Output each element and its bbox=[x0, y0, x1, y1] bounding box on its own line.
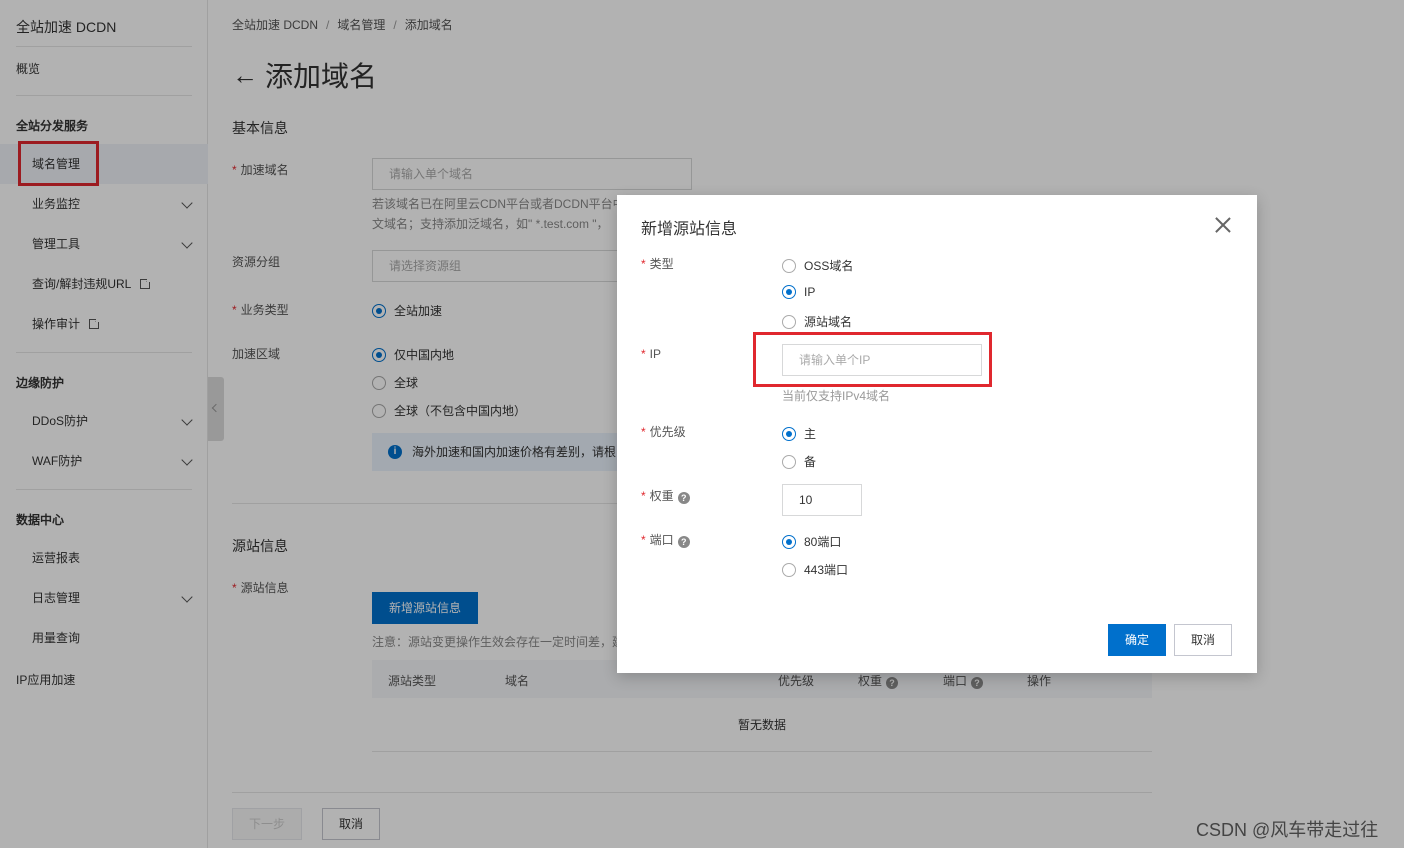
radio-checked-icon bbox=[782, 427, 796, 441]
type-label: * 类型 bbox=[641, 257, 674, 271]
watermark: CSDN @风车带走过往 bbox=[1196, 820, 1379, 840]
radio-checked-icon bbox=[782, 285, 796, 299]
radio-icon bbox=[782, 315, 796, 329]
port-label: * 端口? bbox=[641, 531, 690, 548]
weight-input[interactable]: 10 bbox=[782, 484, 862, 516]
help-icon[interactable]: ? bbox=[677, 536, 690, 548]
ip-hint: 当前仅支持IPv4域名 bbox=[782, 389, 891, 403]
ip-label: * IP bbox=[641, 347, 662, 361]
dialog-cancel-button[interactable]: 取消 bbox=[1174, 624, 1232, 656]
dialog-title: 新增源站信息 bbox=[641, 221, 738, 238]
weight-label: * 权重? bbox=[641, 487, 690, 504]
close-icon[interactable] bbox=[1215, 217, 1231, 233]
port-radio-443[interactable]: 443端口 bbox=[782, 561, 848, 578]
radio-icon bbox=[782, 455, 796, 469]
priority-radio-backup[interactable]: 备 bbox=[782, 453, 816, 470]
priority-label: * 优先级 bbox=[641, 425, 686, 439]
type-radio-ip[interactable]: IP bbox=[782, 285, 815, 299]
add-origin-dialog: 新增源站信息 * 类型 OSS域名 IP 源站域名 * IP 请输入单个IP 当前仅… bbox=[617, 195, 1257, 673]
priority-radio-primary[interactable]: 主 bbox=[782, 425, 816, 442]
radio-checked-icon bbox=[782, 535, 796, 549]
radio-icon bbox=[782, 259, 796, 273]
ok-button[interactable]: 确定 bbox=[1108, 624, 1166, 656]
help-icon[interactable]: ? bbox=[677, 492, 690, 504]
port-radio-80[interactable]: 80端口 bbox=[782, 533, 841, 550]
type-radio-oss[interactable]: OSS域名 bbox=[782, 257, 853, 274]
type-radio-origin-domain[interactable]: 源站域名 bbox=[782, 313, 852, 330]
radio-icon bbox=[782, 563, 796, 577]
highlight-box bbox=[753, 332, 992, 387]
